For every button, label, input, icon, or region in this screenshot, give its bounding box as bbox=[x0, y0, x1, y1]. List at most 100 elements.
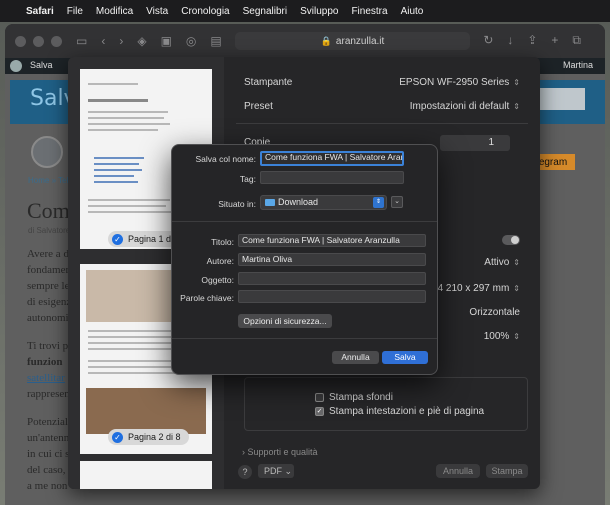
print-backgrounds-checkbox[interactable] bbox=[315, 393, 324, 402]
forward-icon[interactable]: › bbox=[119, 34, 123, 48]
thumb-line bbox=[88, 99, 148, 102]
menu-modifica[interactable]: Modifica bbox=[96, 6, 133, 17]
thumb-line bbox=[88, 211, 172, 213]
thumb-line bbox=[88, 372, 186, 374]
thumb-line bbox=[88, 336, 184, 338]
menu-vista[interactable]: Vista bbox=[146, 6, 168, 17]
shield-icon[interactable]: ◈ bbox=[137, 34, 146, 48]
thumb-line bbox=[88, 366, 180, 368]
menu-bar: Safari File Modifica Vista Cronologia Se… bbox=[0, 0, 610, 22]
breadcrumb[interactable]: Home » Tele bbox=[28, 176, 73, 185]
browser-toolbar: ▭ ‹ › ◈ ▣ ◎ ▤ 🔒 aranzulla.it ↻↓⇪+⧉ bbox=[5, 24, 605, 58]
divider bbox=[172, 221, 437, 222]
cancel-button[interactable]: Annulla bbox=[332, 351, 379, 364]
menu-segnalibri[interactable]: Segnalibri bbox=[243, 6, 287, 17]
keywords-field[interactable] bbox=[238, 290, 426, 303]
printer-label: Stampante bbox=[244, 76, 293, 88]
globe-icon[interactable]: ◎ bbox=[186, 34, 196, 48]
printer-row[interactable]: Stampante EPSON WF-2950 Series ⇕ bbox=[244, 73, 520, 91]
author-avatar bbox=[31, 136, 63, 168]
subject-label: Oggetto: bbox=[201, 275, 234, 285]
chevron-updown-icon: ⇕ bbox=[373, 197, 384, 208]
expand-button[interactable]: ⌄ bbox=[391, 196, 403, 208]
thumb-image bbox=[86, 388, 206, 434]
duplex-select[interactable]: Attivo ⇕ bbox=[484, 257, 520, 268]
checkmark-icon: ✓ bbox=[112, 431, 123, 443]
menu-aiuto[interactable]: Aiuto bbox=[401, 6, 424, 17]
toolbar-right-icons[interactable]: ↻↓⇪+⧉ bbox=[483, 33, 595, 48]
print-button[interactable]: Stampa bbox=[486, 464, 528, 478]
thumb-line bbox=[88, 205, 166, 207]
zoom-window-button[interactable] bbox=[51, 35, 62, 47]
menu-cronologia[interactable]: Cronologia bbox=[181, 6, 229, 17]
keywords-label: Parole chiave: bbox=[180, 293, 234, 303]
print-headers-label: Stampa intestazioni e piè di pagina bbox=[329, 406, 485, 417]
thumb-line bbox=[94, 181, 138, 183]
print-headers-checkbox[interactable]: ✓ bbox=[315, 407, 324, 416]
media-quality-section[interactable]: › Supporti e qualità bbox=[242, 447, 318, 457]
pdf-menu-button[interactable]: PDF ⌄ bbox=[258, 464, 294, 478]
help-button[interactable]: ? bbox=[238, 465, 252, 479]
options-box: Stampa sfondi ✓ Stampa intestazioni e pi… bbox=[244, 377, 528, 431]
close-window-button[interactable] bbox=[15, 35, 26, 47]
menu-file[interactable]: File bbox=[67, 6, 83, 17]
subject-field[interactable] bbox=[238, 272, 426, 285]
address-bar[interactable]: 🔒 aranzulla.it bbox=[235, 32, 470, 50]
thumb-line bbox=[94, 175, 134, 177]
thumb-line bbox=[88, 117, 164, 119]
preset-select[interactable]: Impostazioni di default ⇕ bbox=[410, 101, 520, 112]
tags-field[interactable] bbox=[260, 171, 404, 184]
thumb-line bbox=[94, 169, 142, 171]
tags-label: Tag: bbox=[239, 174, 256, 184]
sidebar-icon[interactable]: ▭ bbox=[76, 34, 87, 48]
page-badge-label: Pagina 2 di 8 bbox=[128, 432, 181, 442]
chevron-updown-icon: ⇕ bbox=[513, 101, 520, 111]
back-icon[interactable]: ‹ bbox=[101, 34, 105, 48]
copies-field[interactable]: 1 bbox=[440, 135, 510, 151]
print-bottom-bar: ? PDF ⌄ Annulla Stampa bbox=[68, 457, 540, 489]
menu-sviluppo[interactable]: Sviluppo bbox=[300, 6, 338, 17]
menu-safari[interactable]: Safari bbox=[26, 6, 54, 17]
printer-select[interactable]: EPSON WF-2950 Series ⇕ bbox=[399, 77, 520, 88]
print-cancel-button[interactable]: Annulla bbox=[436, 464, 480, 478]
menu-finestra[interactable]: Finestra bbox=[351, 6, 387, 17]
chevron-updown-icon: ⇕ bbox=[513, 77, 520, 87]
thumb-line bbox=[88, 123, 170, 125]
author-field[interactable]: Martina Oliva bbox=[238, 253, 426, 266]
admin-user-name[interactable]: Martina bbox=[563, 60, 593, 70]
author-label: Autore: bbox=[206, 256, 234, 266]
page-badge-2: ✓ Pagina 2 di 8 bbox=[108, 429, 189, 445]
wordpress-icon[interactable] bbox=[10, 60, 22, 72]
preset-label: Preset bbox=[244, 100, 273, 112]
toggle-switch[interactable] bbox=[502, 235, 520, 245]
thumb-line bbox=[88, 129, 158, 131]
checkmark-icon: ✓ bbox=[112, 233, 123, 245]
extension-icon[interactable]: ▣ bbox=[161, 34, 172, 48]
thumb-line bbox=[88, 111, 168, 113]
thumb-line bbox=[94, 157, 144, 159]
article-byline: di Salvatore bbox=[28, 226, 71, 235]
thumb-line bbox=[88, 348, 178, 350]
save-dialog: Salva col nome: Come funziona FWA | Salv… bbox=[171, 144, 438, 375]
save-as-label: Salva col nome: bbox=[195, 154, 256, 164]
admin-site-name[interactable]: Salva bbox=[30, 60, 53, 70]
url-text: aranzulla.it bbox=[335, 35, 385, 47]
reader-icon[interactable]: ▤ bbox=[210, 34, 221, 48]
lock-icon: 🔒 bbox=[320, 35, 332, 46]
paper-select[interactable]: A4 210 x 297 mm ⇕ bbox=[431, 283, 520, 294]
scale-field[interactable]: 100% ⇕ bbox=[484, 331, 520, 342]
orientation-landscape[interactable]: Orizzontale bbox=[469, 307, 520, 318]
title-label: Titolo: bbox=[211, 237, 234, 247]
security-options-button[interactable]: Opzioni di sicurezza... bbox=[238, 314, 332, 328]
preset-row[interactable]: Preset Impostazioni di default ⇕ bbox=[244, 97, 520, 115]
title-field[interactable]: Come funziona FWA | Salvatore Aranzulla bbox=[238, 234, 426, 247]
thumb-line bbox=[94, 163, 139, 165]
divider bbox=[172, 338, 437, 339]
save-as-field[interactable]: Come funziona FWA | Salvatore Aranzulla bbox=[260, 151, 404, 166]
minimize-window-button[interactable] bbox=[33, 35, 44, 47]
location-label: Situato in: bbox=[218, 199, 256, 209]
divider bbox=[236, 123, 528, 124]
save-button[interactable]: Salva bbox=[382, 351, 428, 364]
location-select[interactable]: Download ⇕ bbox=[260, 195, 387, 210]
folder-icon bbox=[265, 199, 275, 206]
